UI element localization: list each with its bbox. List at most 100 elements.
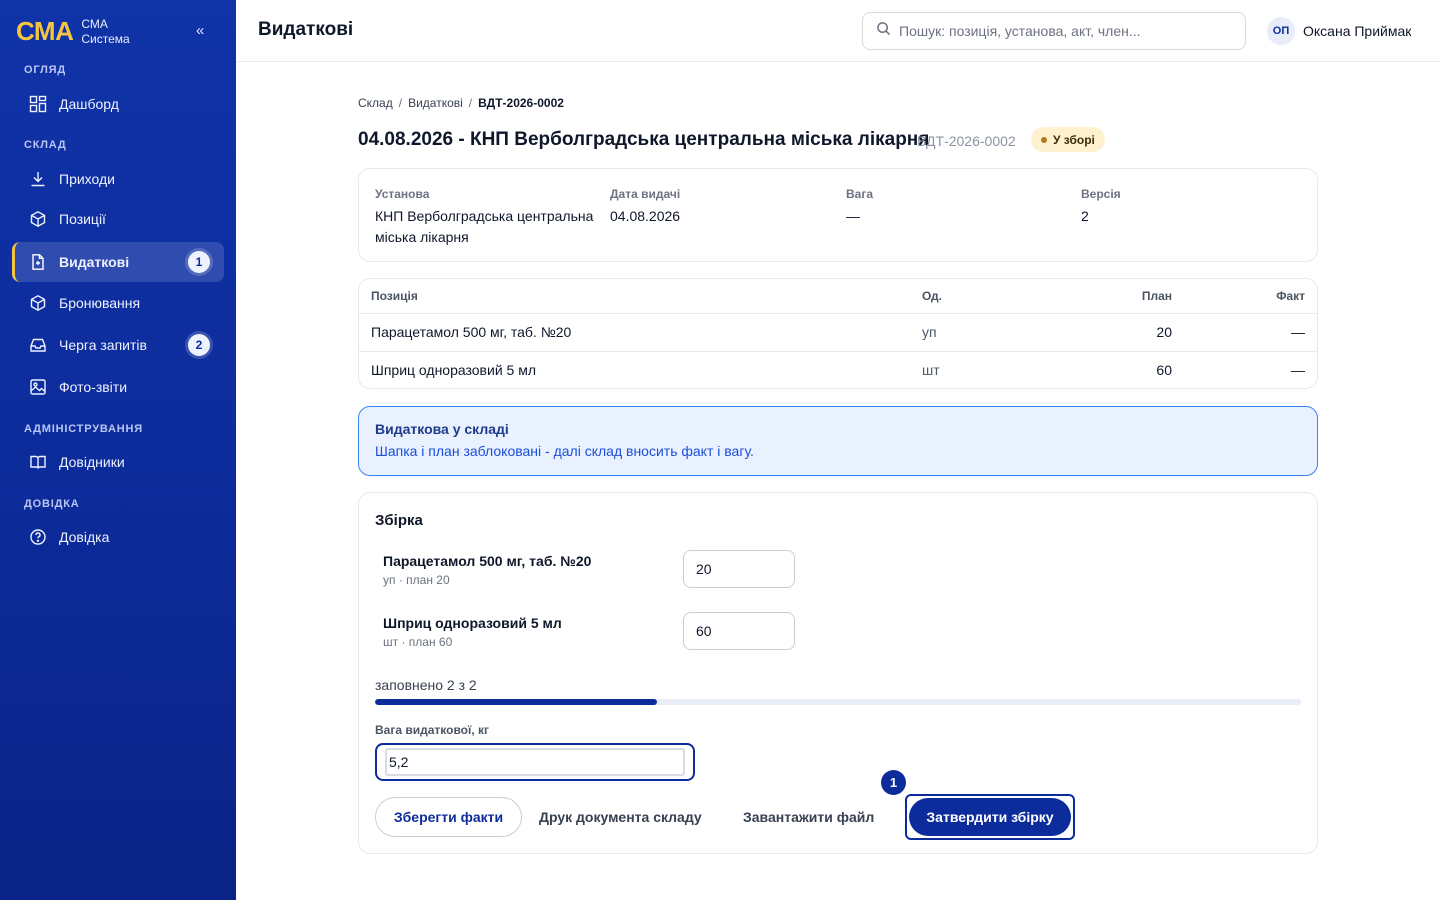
print-document-button[interactable]: Друк документа складу bbox=[539, 797, 702, 837]
notice-text: Шапка і план заблоковані - далі склад вн… bbox=[375, 443, 754, 459]
user-menu[interactable]: ОП Оксана Приймак bbox=[1267, 17, 1411, 45]
count-badge: 1 bbox=[188, 251, 210, 273]
column-header-plan: План bbox=[1052, 279, 1172, 314]
cell-unit: уп bbox=[922, 313, 1052, 352]
breadcrumb-separator: / bbox=[468, 96, 473, 110]
progress-fill bbox=[375, 699, 658, 705]
status-label: У зборі bbox=[1053, 132, 1095, 147]
document-title: 04.08.2026 - КНП Верболградська централь… bbox=[358, 129, 930, 150]
download-icon bbox=[29, 170, 47, 188]
help-icon bbox=[29, 528, 47, 546]
inbox-icon bbox=[29, 336, 47, 354]
document-icon bbox=[29, 253, 47, 271]
info-notice: Видаткова у складі Шапка і план заблоков… bbox=[358, 406, 1318, 476]
info-date: Дата видачі 04.08.2026 bbox=[610, 187, 832, 227]
brand-line2: Система bbox=[81, 31, 130, 46]
book-icon bbox=[29, 453, 47, 471]
user-name: Оксана Приймак bbox=[1303, 23, 1412, 39]
cell-position: Шприц одноразовий 5 мл bbox=[371, 362, 536, 379]
fact-quantity-input[interactable] bbox=[683, 612, 795, 650]
brand-text: СМА Система bbox=[81, 17, 129, 47]
approve-picking-button[interactable]: Затвердити збірку bbox=[909, 798, 1071, 836]
count-badge: 2 bbox=[188, 334, 210, 356]
cell-fact: — bbox=[1172, 313, 1317, 352]
step-number-badge: 1 bbox=[881, 770, 906, 795]
info-value: 04.08.2026 bbox=[610, 208, 681, 224]
search-icon bbox=[876, 21, 891, 41]
column-header-fact: Факт bbox=[1172, 279, 1317, 314]
status-dot-icon bbox=[1041, 136, 1047, 143]
breadcrumb: Склад / Видаткові / ВДТ-2026-0002 bbox=[358, 96, 564, 110]
cell-unit: шт bbox=[922, 362, 940, 379]
brand: СМА СМА Система bbox=[16, 16, 130, 47]
approve-button-focus-ring: Затвердити збірку bbox=[905, 794, 1075, 840]
page-title: Видаткові bbox=[258, 19, 354, 40]
top-bar: Видаткові ОП Оксана Приймак bbox=[236, 0, 1440, 62]
save-facts-button[interactable]: Зберегти факти bbox=[375, 797, 522, 837]
upload-file-button[interactable]: Завантажити файл bbox=[743, 797, 874, 837]
box-icon bbox=[29, 294, 47, 312]
picking-title: Збірка bbox=[375, 512, 423, 529]
sidebar-item-dashboard[interactable]: Дашборд bbox=[12, 84, 224, 124]
document-code: ВДТ-2026-0002 bbox=[917, 133, 1016, 149]
search-box[interactable] bbox=[862, 12, 1246, 50]
section-label-overview: ОГЛЯД bbox=[24, 64, 66, 76]
sidebar-item-label: Дашборд bbox=[59, 96, 119, 112]
notice-title: Видаткова у складі bbox=[375, 421, 509, 437]
breadcrumb-current: ВДТ-2026-0002 bbox=[478, 96, 564, 110]
sidebar-item-label: Довідники bbox=[59, 454, 125, 470]
breadcrumb-separator: / bbox=[398, 96, 403, 110]
document-info-card: Установа КНП Верболградська центральна м… bbox=[358, 168, 1318, 262]
filled-counter: заповнено 2 з 2 bbox=[375, 677, 477, 693]
sidebar-item-label: Видаткові bbox=[59, 254, 130, 270]
table-row: Парацетамол 500 мг, таб. №20 уп 20 — bbox=[359, 313, 1317, 352]
sidebar-item-photo-reports[interactable]: Фото-звіти bbox=[12, 367, 224, 407]
positions-table-card: Позиція Од. План Факт Парацетамол 500 мг… bbox=[358, 278, 1318, 389]
progress-bar bbox=[375, 699, 1301, 705]
info-label: Дата видачі bbox=[610, 187, 681, 201]
sidebar-item-label: Позиції bbox=[59, 211, 106, 227]
avatar: ОП bbox=[1267, 17, 1295, 45]
table-row: Шприц одноразовий 5 мл шт 60 — bbox=[359, 351, 1317, 388]
sidebar-item-label: Бронювання bbox=[59, 295, 141, 311]
section-label-help: ДОВІДКА bbox=[24, 498, 80, 510]
image-icon bbox=[29, 378, 47, 396]
column-header-unit: Од. bbox=[922, 279, 1052, 314]
sidebar: СМА СМА Система « ОГЛЯД Дашборд СКЛАД Пр… bbox=[0, 0, 236, 900]
info-label: Версія bbox=[1081, 187, 1121, 201]
sidebar-item-label: Черга запитів bbox=[59, 337, 147, 353]
weight-field bbox=[375, 743, 695, 781]
info-label: Установа bbox=[375, 187, 430, 201]
sidebar-item-request-queue[interactable]: Черга запитів 2 bbox=[12, 325, 224, 365]
info-value: 2 bbox=[1081, 208, 1089, 224]
brand-logo: СМА bbox=[16, 16, 74, 46]
info-value: КНП Верболградська центральна міська лік… bbox=[375, 208, 594, 245]
column-header-position: Позиція bbox=[359, 279, 922, 314]
positions-table: Позиція Од. План Факт Парацетамол 500 мг… bbox=[359, 279, 1317, 388]
sidebar-item-help[interactable]: Довідка bbox=[12, 517, 224, 557]
info-weight: Вага — bbox=[846, 187, 1068, 227]
search-input[interactable] bbox=[899, 23, 1229, 39]
collapse-sidebar-button[interactable]: « bbox=[196, 22, 204, 39]
breadcrumb-item-warehouse[interactable]: Склад bbox=[358, 96, 393, 110]
weight-label: Вага видаткової, кг bbox=[375, 723, 490, 737]
status-badge: У зборі bbox=[1031, 127, 1105, 152]
info-value: — bbox=[846, 208, 860, 224]
table-header-row: Позиція Од. План Факт bbox=[359, 279, 1317, 314]
sidebar-item-directories[interactable]: Довідники bbox=[12, 442, 224, 482]
fact-quantity-input[interactable] bbox=[683, 550, 795, 588]
section-label-admin: АДМІНІСТРУВАННЯ bbox=[24, 423, 143, 435]
sidebar-item-positions[interactable]: Позиції bbox=[12, 199, 224, 239]
cell-plan: 20 bbox=[1052, 313, 1172, 352]
brand-line1: СМА bbox=[81, 16, 108, 31]
info-label: Вага bbox=[846, 187, 874, 201]
sidebar-item-issues[interactable]: Видаткові 1 bbox=[12, 242, 224, 282]
breadcrumb-item-issues[interactable]: Видаткові bbox=[408, 96, 463, 110]
weight-input[interactable] bbox=[385, 748, 685, 776]
sidebar-item-receipts[interactable]: Приходи bbox=[12, 159, 224, 199]
sidebar-item-label: Приходи bbox=[59, 171, 115, 187]
sidebar-item-reservations[interactable]: Бронювання bbox=[12, 283, 224, 323]
box-icon bbox=[29, 210, 47, 228]
info-version: Версія 2 bbox=[1081, 187, 1303, 227]
picking-card: Збірка Парацетамол 500 мг, таб. №20 уп ·… bbox=[358, 492, 1318, 854]
